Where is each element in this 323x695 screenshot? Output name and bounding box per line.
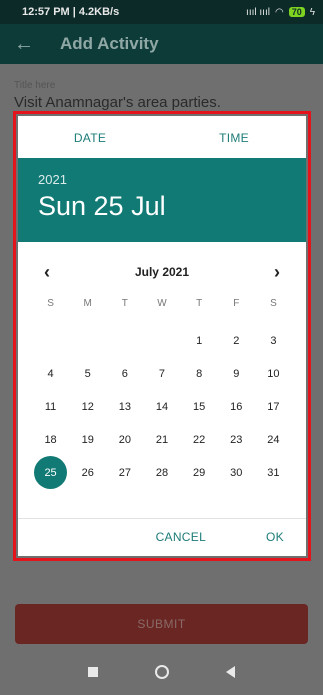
selected-day[interactable]: 25 — [32, 456, 69, 489]
picker-tabs: DATE TIME — [18, 116, 306, 160]
back-icon[interactable] — [225, 665, 235, 678]
calendar-day[interactable]: 9 — [218, 357, 255, 390]
cancel-button[interactable]: CANCEL — [156, 530, 206, 544]
calendar-day[interactable]: 13 — [106, 390, 143, 423]
calendar-day[interactable]: 4 — [32, 357, 69, 390]
calendar-day[interactable]: 16 — [218, 390, 255, 423]
month-label: July 2021 — [134, 265, 190, 279]
calendar-day[interactable]: 5 — [69, 357, 106, 390]
date-picker-dialog: DATE TIME 2021 Sun 25 Jul ‹ July 2021 › … — [18, 116, 306, 556]
calendar-day[interactable]: 17 — [255, 390, 292, 423]
status-icons: ıııl ıııl ◠ 70 ϟ — [246, 7, 315, 18]
back-arrow-icon[interactable]: ← — [0, 33, 48, 56]
calendar-day[interactable]: 3 — [255, 324, 292, 357]
weekday-label: S — [270, 298, 277, 309]
tab-time[interactable]: TIME — [162, 116, 306, 160]
wifi-icon: ◠ — [274, 6, 284, 18]
ok-button[interactable]: OK — [266, 530, 284, 544]
calendar-day[interactable]: 15 — [181, 390, 218, 423]
calendar-day[interactable]: 27 — [106, 456, 143, 489]
calendar-day[interactable]: 26 — [69, 456, 106, 489]
selected-date: Sun 25 Jul — [38, 191, 166, 221]
weekday-label: T — [121, 298, 128, 309]
calendar-day[interactable]: 14 — [143, 390, 180, 423]
recents-icon[interactable] — [88, 666, 99, 677]
calendar-day[interactable]: 29 — [181, 456, 218, 489]
selected-day-label: 25 — [34, 456, 68, 489]
calendar-day[interactable]: 21 — [143, 423, 180, 456]
tab-date[interactable]: DATE — [18, 116, 162, 160]
signal-icon: ıııl ıııl — [246, 6, 270, 18]
calendar-day[interactable]: 22 — [181, 423, 218, 456]
weekday-label: T — [196, 298, 203, 309]
weekday-header: SMTWTFS — [32, 298, 292, 309]
calendar-day[interactable]: 6 — [106, 357, 143, 390]
title-field-label: Title here — [14, 80, 56, 91]
calendar-day[interactable]: 10 — [255, 357, 292, 390]
calendar-day[interactable]: 12 — [69, 390, 106, 423]
app-bar: ← Add Activity — [0, 24, 323, 64]
home-icon[interactable] — [154, 664, 169, 679]
empty-day-cell — [32, 324, 69, 357]
weekday-label: M — [83, 298, 92, 309]
page-title: Add Activity — [60, 34, 159, 53]
dialog-actions: CANCEL OK — [156, 530, 284, 544]
charging-icon: ϟ — [309, 6, 315, 18]
weekday-label: W — [157, 298, 167, 309]
calendar-day[interactable]: 20 — [106, 423, 143, 456]
empty-day-cell — [143, 324, 180, 357]
calendar-day[interactable]: 23 — [218, 423, 255, 456]
calendar-day[interactable]: 31 — [255, 456, 292, 489]
calendar-day[interactable]: 19 — [69, 423, 106, 456]
empty-day-cell — [106, 324, 143, 357]
calendar-day[interactable]: 30 — [218, 456, 255, 489]
calendar-day[interactable]: 1 — [181, 324, 218, 357]
calendar-day[interactable]: 28 — [143, 456, 180, 489]
title-field[interactable]: Visit Anamnagar's area parties. — [14, 94, 221, 111]
system-nav-bar — [0, 648, 323, 695]
battery-icon: 70 — [288, 7, 305, 17]
divider — [18, 518, 306, 519]
calendar-grid: 1 2 3 4 5 6 7 8 9 10 11 12 13 14 15 16 17 18 19 20 21 22 23 24 2… — [32, 324, 292, 489]
submit-button[interactable]: SUBMIT — [15, 604, 308, 644]
calendar-day[interactable]: 18 — [32, 423, 69, 456]
weekday-label: F — [233, 298, 240, 309]
selected-year[interactable]: 2021 — [38, 172, 286, 187]
chevron-left-icon[interactable]: ‹ — [44, 262, 50, 283]
calendar-day[interactable]: 24 — [255, 423, 292, 456]
date-header: 2021 Sun 25 Jul — [18, 158, 306, 242]
calendar-day[interactable]: 11 — [32, 390, 69, 423]
date-picker-highlight: DATE TIME 2021 Sun 25 Jul ‹ July 2021 › … — [13, 111, 311, 561]
weekday-label: S — [47, 298, 54, 309]
chevron-right-icon[interactable]: › — [274, 262, 280, 283]
calendar-day[interactable]: 7 — [143, 357, 180, 390]
status-time: 12:57 PM | 4.2KB/s — [22, 6, 120, 18]
status-bar: 12:57 PM | 4.2KB/s ıııl ıııl ◠ 70 ϟ — [0, 0, 323, 24]
month-navigation: ‹ July 2021 › — [18, 260, 306, 284]
calendar-day[interactable]: 2 — [218, 324, 255, 357]
empty-day-cell — [69, 324, 106, 357]
calendar-day[interactable]: 8 — [181, 357, 218, 390]
